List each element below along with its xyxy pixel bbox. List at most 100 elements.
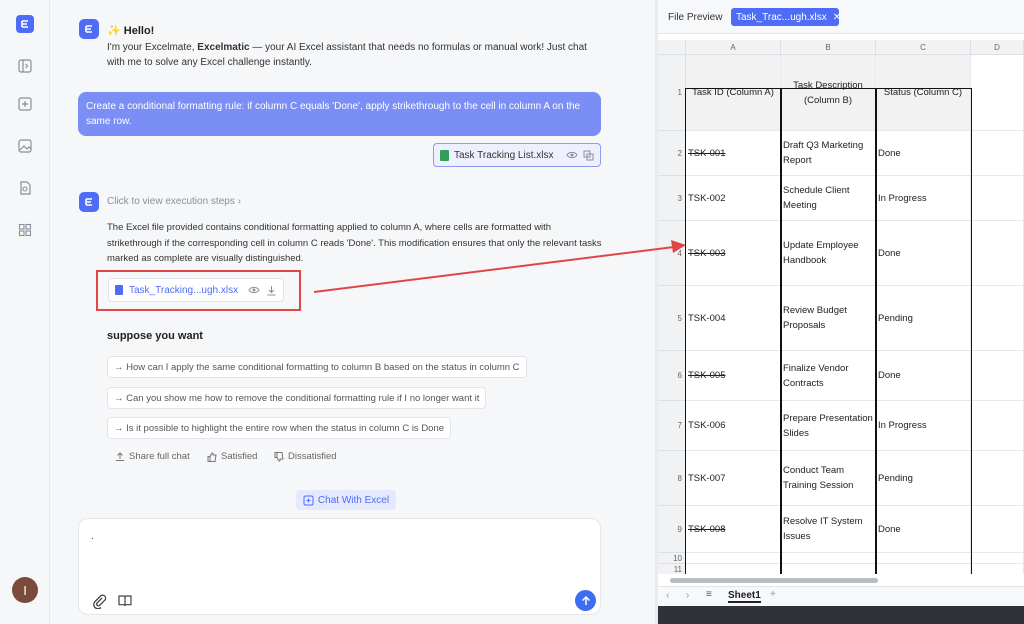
empty-cell[interactable] (971, 451, 1024, 506)
add-sheet-icon[interactable]: + (770, 589, 776, 600)
empty-cell[interactable] (971, 506, 1024, 553)
excelmatic-logo[interactable] (16, 15, 34, 33)
table-header-cell[interactable]: Task ID (Column A) (686, 55, 781, 131)
column-header-d[interactable]: D (971, 40, 1024, 55)
row-header[interactable]: 6 (658, 351, 686, 401)
sheet-tab-sheet1[interactable]: Sheet1 (728, 590, 761, 603)
arrow-up-icon (581, 595, 590, 605)
task-description-cell[interactable]: Prepare Presentation Slides (781, 401, 876, 451)
status-cell[interactable]: Pending (876, 451, 971, 506)
task-id-cell[interactable]: TSK-006 (686, 401, 781, 451)
dissatisfied-button[interactable]: Dissatisfied (274, 451, 337, 462)
prev-sheet-icon[interactable]: ‹ (666, 590, 669, 601)
horizontal-scrollbar[interactable] (670, 578, 878, 583)
empty-cell[interactable] (876, 564, 971, 574)
empty-cell[interactable] (971, 351, 1024, 401)
user-avatar[interactable]: I (12, 577, 38, 603)
task-description-cell[interactable]: Update Employee Handbook (781, 221, 876, 286)
apps-icon[interactable] (17, 222, 33, 238)
row-header[interactable]: 9 (658, 506, 686, 553)
row-header[interactable]: 8 (658, 451, 686, 506)
file-search-icon[interactable] (17, 180, 33, 196)
task-id-cell[interactable]: TSK-002 (686, 176, 781, 221)
corner-cell[interactable] (658, 40, 686, 55)
paperclip-icon[interactable] (91, 593, 107, 609)
empty-cell[interactable] (781, 564, 876, 574)
status-cell[interactable]: Pending (876, 286, 971, 351)
empty-cell[interactable] (686, 553, 781, 564)
task-id-cell[interactable]: TSK-003 (686, 221, 781, 286)
suggestion-item[interactable]: → How can I apply the same conditional f… (107, 356, 527, 378)
empty-cell[interactable] (781, 553, 876, 564)
book-icon[interactable] (117, 593, 133, 609)
status-cell[interactable]: Done (876, 506, 971, 553)
satisfied-button[interactable]: Satisfied (207, 451, 257, 462)
status-cell[interactable]: Done (876, 221, 971, 286)
task-id-cell[interactable]: TSK-004 (686, 286, 781, 351)
new-chat-icon[interactable] (17, 96, 33, 112)
row-header[interactable]: 4 (658, 221, 686, 286)
table-divider (780, 88, 782, 574)
row-header[interactable]: 1 (658, 55, 686, 131)
preview-footer (658, 606, 1024, 624)
row-header[interactable]: 3 (658, 176, 686, 221)
eye-icon[interactable] (566, 150, 578, 160)
column-header-b[interactable]: B (781, 40, 876, 55)
chat-with-excel-button[interactable]: Chat With Excel (296, 490, 396, 510)
task-id-cell[interactable]: TSK-007 (686, 451, 781, 506)
empty-cell[interactable] (971, 286, 1024, 351)
empty-cell[interactable] (876, 553, 971, 564)
send-button[interactable] (575, 590, 596, 611)
empty-cell[interactable] (971, 131, 1024, 176)
preview-label: File Preview (668, 12, 723, 23)
task-id-cell[interactable]: TSK-008 (686, 506, 781, 553)
preview-file-tab[interactable]: Task_Trac...ugh.xlsx ✕ (731, 8, 841, 26)
status-cell[interactable]: In Progress (876, 401, 971, 451)
task-description-cell[interactable]: Conduct Team Training Session (781, 451, 876, 506)
execution-steps-link[interactable]: Click to view execution steps › (107, 196, 241, 207)
table-header-cell[interactable]: Status (Column C) (876, 55, 971, 131)
column-header-c[interactable]: C (876, 40, 971, 55)
table-header-cell[interactable]: Task Description (Column B) (781, 55, 876, 131)
task-description-cell[interactable]: Draft Q3 Marketing Report (781, 131, 876, 176)
panel-toggle-icon[interactable] (17, 58, 33, 74)
row-header[interactable]: 5 (658, 286, 686, 351)
empty-cell[interactable] (971, 564, 1024, 574)
column-header-a[interactable]: A (686, 40, 781, 55)
sheet-tabs-bar: ‹ › ≡ Sheet1 + (658, 586, 1024, 606)
status-cell[interactable]: Done (876, 131, 971, 176)
empty-cell[interactable] (971, 221, 1024, 286)
empty-cell[interactable] (971, 55, 1024, 131)
task-description-cell[interactable]: Finalize Vendor Contracts (781, 351, 876, 401)
sheet-list-icon[interactable]: ≡ (706, 589, 712, 600)
task-description-cell[interactable]: Resolve IT System Issues (781, 506, 876, 553)
next-sheet-icon[interactable]: › (686, 590, 689, 601)
row-header[interactable]: 2 (658, 131, 686, 176)
image-icon[interactable] (17, 138, 33, 154)
message-input[interactable]: . (78, 518, 601, 615)
share-chat-button[interactable]: Share full chat (115, 451, 190, 462)
empty-cell[interactable] (971, 401, 1024, 451)
task-description-cell[interactable]: Schedule Client Meeting (781, 176, 876, 221)
row-header[interactable]: 11 (658, 564, 686, 574)
copy-icon[interactable] (583, 150, 594, 161)
task-id-cell[interactable]: TSK-001 (686, 131, 781, 176)
user-file-chip[interactable]: Task Tracking List.xlsx (433, 143, 601, 167)
close-icon[interactable]: ✕ (833, 12, 841, 23)
empty-cell[interactable] (971, 176, 1024, 221)
status-cell[interactable]: In Progress (876, 176, 971, 221)
intro-message: I'm your Excelmate, Excelmatic — your AI… (107, 42, 587, 68)
task-id-cell[interactable]: TSK-005 (686, 351, 781, 401)
status-cell[interactable]: Done (876, 351, 971, 401)
input-text[interactable]: . (91, 531, 94, 542)
excel-file-icon (440, 149, 449, 161)
annotation-highlight-box (96, 270, 301, 311)
task-description-cell[interactable]: Review Budget Proposals (781, 286, 876, 351)
suggestion-item[interactable]: → Can you show me how to remove the cond… (107, 387, 487, 409)
spreadsheet-grid[interactable]: A B C D 1 Task ID (Column A) Task Descript… (658, 34, 1024, 574)
suggestion-item[interactable]: → Is it possible to highlight the entire… (107, 417, 452, 439)
row-header[interactable]: 10 (658, 553, 686, 564)
row-header[interactable]: 7 (658, 401, 686, 451)
empty-cell[interactable] (686, 564, 781, 574)
empty-cell[interactable] (971, 553, 1024, 564)
